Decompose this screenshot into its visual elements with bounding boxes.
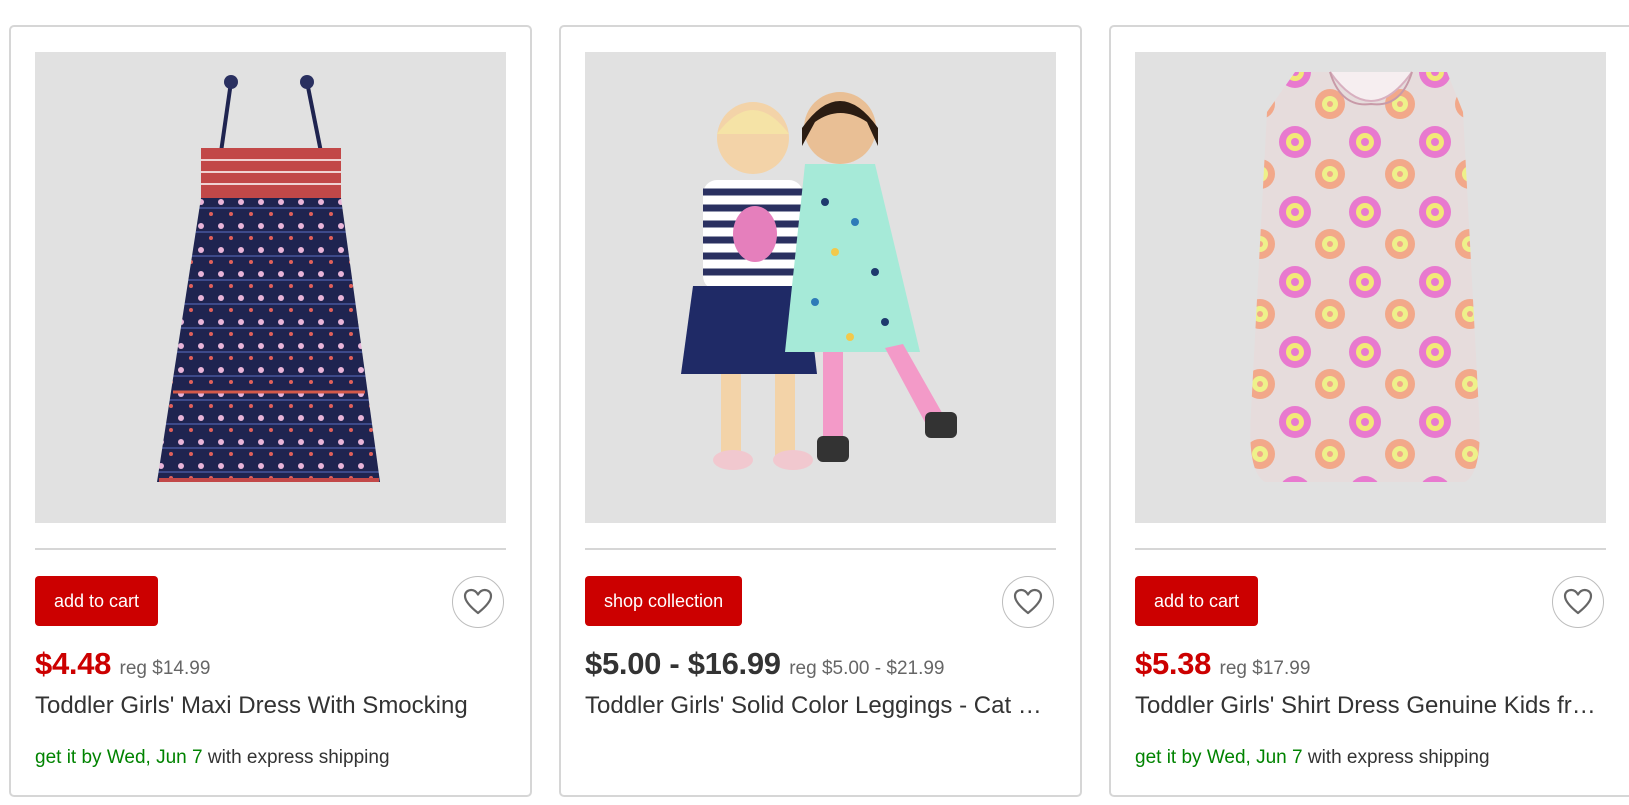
add-to-cart-button[interactable]: add to cart	[35, 576, 159, 626]
divider	[35, 548, 506, 550]
favorite-button[interactable]	[1002, 576, 1054, 628]
heart-outline-icon	[463, 588, 493, 615]
heart-outline-icon	[1013, 588, 1043, 615]
shirt-dress-image	[1250, 71, 1480, 482]
price-line: $5.38 reg $17.99	[1135, 646, 1310, 682]
regular-price: reg $5.00 - $21.99	[789, 658, 945, 679]
shop-collection-button[interactable]: shop collection	[585, 576, 743, 626]
product-title[interactable]: Toddler Girls' Maxi Dress With Smocking	[35, 692, 506, 720]
product-card: add to cart $5.38 reg $17.99 Toddler Gir…	[1109, 25, 1629, 797]
divider	[585, 548, 1056, 550]
product-grid: add to cart $4.48 reg $14.99 Toddler Gir…	[0, 0, 1629, 805]
divider	[1135, 548, 1606, 550]
price-line: $5.00 - $16.99 reg $5.00 - $21.99	[585, 646, 945, 682]
shipping-method: with express shipping	[202, 747, 390, 768]
shipping-info: get it by Wed, Jun 7 with express shippi…	[1135, 747, 1490, 769]
product-image[interactable]	[585, 52, 1056, 523]
price-line: $4.48 reg $14.99	[35, 646, 210, 682]
maxi-dress-image	[157, 75, 380, 482]
shipping-date: get it by Wed, Jun 7	[35, 747, 203, 768]
product-image[interactable]	[1135, 52, 1606, 523]
heart-outline-icon	[1563, 588, 1593, 615]
favorite-button[interactable]	[1552, 576, 1604, 628]
product-title[interactable]: Toddler Girls' Shirt Dress Genuine Kids …	[1135, 692, 1606, 720]
toddler-girls-image	[681, 92, 957, 470]
favorite-button[interactable]	[452, 576, 504, 628]
current-price: $5.38	[1135, 646, 1212, 681]
product-card: add to cart $4.48 reg $14.99 Toddler Gir…	[9, 25, 532, 797]
shipping-info: get it by Wed, Jun 7 with express shippi…	[35, 747, 390, 769]
current-price: $4.48	[35, 646, 112, 681]
regular-price: reg $17.99	[1219, 658, 1311, 679]
shipping-method: with express shipping	[1302, 747, 1490, 768]
product-title[interactable]: Toddler Girls' Solid Color Leggings - Ca…	[585, 692, 1056, 720]
current-price: $5.00 - $16.99	[585, 646, 781, 681]
product-card: shop collection $5.00 - $16.99 reg $5.00…	[559, 25, 1082, 797]
regular-price: reg $14.99	[119, 658, 211, 679]
add-to-cart-button[interactable]: add to cart	[1135, 576, 1259, 626]
product-image[interactable]	[35, 52, 506, 523]
shipping-date: get it by Wed, Jun 7	[1135, 747, 1303, 768]
